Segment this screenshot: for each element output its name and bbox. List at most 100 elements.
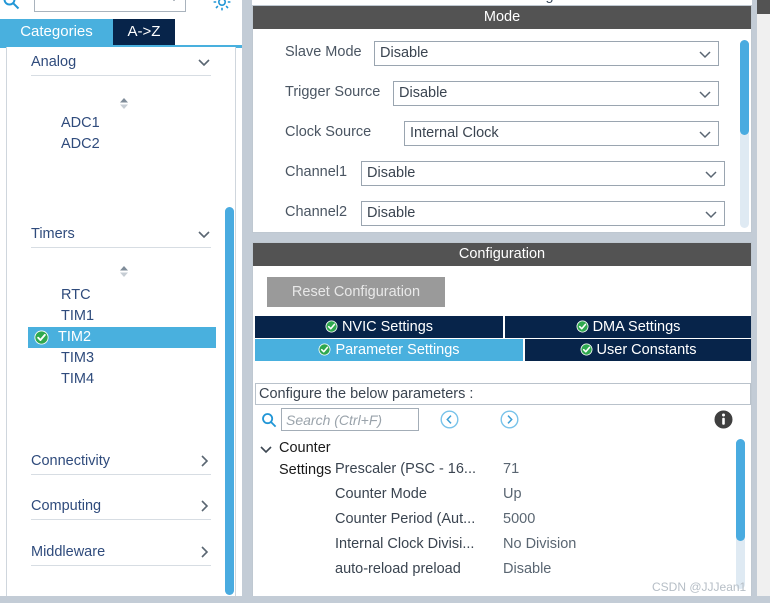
channel2-value: Disable <box>367 205 416 221</box>
parameter-list: Counter Settings Prescaler (PSC - 16... … <box>255 435 751 595</box>
tree-item-adc2[interactable]: ADC2 <box>31 134 211 155</box>
category-header-computing[interactable]: Computing <box>31 497 211 520</box>
slave-mode-select[interactable]: Disable <box>374 41 719 66</box>
parameter-search-input[interactable] <box>281 408 419 431</box>
gear-icon[interactable] <box>212 0 232 12</box>
tree-item-label: RTC <box>61 287 91 303</box>
watermark: CSDN @JJJean1 <box>652 580 747 594</box>
slave-mode-value: Disable <box>380 45 429 61</box>
configuration-section-header: Configuration <box>253 243 751 266</box>
tree-item-label: ADC2 <box>61 136 100 152</box>
configuration-section: Configuration Reset Configuration NVIC S… <box>252 242 752 598</box>
chevron-down-icon <box>698 127 712 141</box>
mode-section: Mode Slave Mode Disable Trigger Source D… <box>252 5 752 233</box>
tree-item-tim1[interactable]: TIM1 <box>31 306 211 327</box>
parameter-name: Counter Mode <box>335 486 427 502</box>
component-tree-panel: Categories A->Z Analog ADC1 ADC2 Timers … <box>0 0 242 603</box>
channel1-value: Disable <box>367 165 416 181</box>
tree-item-label: TIM3 <box>61 350 95 366</box>
parameter-name: Prescaler (PSC - 16... <box>335 461 477 477</box>
category-label: Middleware <box>31 544 106 560</box>
chevron-down-icon <box>698 47 712 61</box>
parameter-value: 71 <box>503 461 520 477</box>
chevron-down-icon <box>704 207 718 221</box>
trigger-source-value: Disable <box>399 85 448 101</box>
parameter-scrollbar-track[interactable] <box>736 439 745 589</box>
tree-item-label: ADC1 <box>61 115 100 131</box>
parameter-name: Counter Period (Aut... <box>335 511 476 527</box>
scroll-up-button[interactable] <box>757 0 770 14</box>
tree-search-toolbar <box>0 0 242 20</box>
tab-dma-settings[interactable]: DMA Settings <box>505 316 751 338</box>
tab-parameter-settings[interactable]: Parameter Settings <box>255 339 523 361</box>
mode-label: Channel1 <box>285 164 348 180</box>
tree-item-tim3[interactable]: TIM3 <box>31 348 211 369</box>
tree-scrollbar-track[interactable] <box>225 207 234 595</box>
mode-row-channel1: Channel1 Disable <box>285 161 745 187</box>
chevron-down-icon <box>197 227 211 241</box>
chevron-right-circle-icon[interactable] <box>500 410 519 429</box>
mode-label: Trigger Source <box>285 84 381 100</box>
tab-a-to-z[interactable]: A->Z <box>113 19 175 45</box>
mode-label: Channel2 <box>285 204 348 220</box>
chevron-down-icon <box>698 87 712 101</box>
table-row[interactable]: Counter Period (Aut... 5000 <box>255 511 735 536</box>
tree-item-label: TIM1 <box>61 308 95 324</box>
check-circle-icon <box>576 318 589 333</box>
search-icon <box>261 412 277 428</box>
chevron-right-icon <box>197 545 211 559</box>
table-row[interactable]: Internal Clock Divisi... No Division <box>255 536 735 561</box>
window-bottom-strip <box>0 596 770 603</box>
channel1-select[interactable]: Disable <box>361 161 725 186</box>
tree-item-tim2[interactable]: TIM2 <box>28 327 216 348</box>
tree-scrollbar-thumb[interactable] <box>225 207 234 595</box>
check-circle-icon <box>34 330 49 345</box>
tab-user-constants[interactable]: User Constants <box>525 339 751 361</box>
mode-section-header: Mode <box>253 6 751 29</box>
tree-item-tim4[interactable]: TIM4 <box>31 369 211 390</box>
category-label: Timers <box>31 226 75 242</box>
tab-categories[interactable]: Categories <box>0 19 113 45</box>
scroll-up-glyph[interactable] <box>117 97 131 111</box>
scroll-up-glyph-timers[interactable] <box>117 265 131 279</box>
tree-item-rtc[interactable]: RTC <box>31 285 211 306</box>
category-header-middleware[interactable]: Middleware <box>31 543 211 566</box>
chevron-right-icon <box>197 454 211 468</box>
check-circle-icon <box>325 318 338 333</box>
parameter-scrollbar-thumb[interactable] <box>736 439 745 541</box>
configure-note: Configure the below parameters : <box>255 383 751 405</box>
parameter-toolbar <box>255 407 751 435</box>
category-header-timers[interactable]: Timers <box>31 225 211 248</box>
reset-configuration-button[interactable]: Reset Configuration <box>267 277 445 307</box>
check-circle-icon <box>580 341 593 356</box>
check-circle-icon <box>318 341 331 356</box>
window-scrollbar-track[interactable] <box>757 0 770 596</box>
trigger-source-select[interactable]: Disable <box>393 81 719 106</box>
category-tree: Analog ADC1 ADC2 Timers RTC TIM1 TIM2 TI… <box>6 47 236 597</box>
chevron-right-icon <box>197 499 211 513</box>
chevron-left-circle-icon[interactable] <box>440 410 459 429</box>
category-label: Computing <box>31 498 102 514</box>
clock-source-select[interactable]: Internal Clock <box>404 121 719 146</box>
tab-nvic-settings[interactable]: NVIC Settings <box>255 316 503 338</box>
info-icon[interactable] <box>714 410 733 429</box>
tree-search-combobox[interactable] <box>34 0 186 12</box>
mode-scrollbar-track[interactable] <box>740 40 749 228</box>
tab-label: NVIC Settings <box>341 319 434 335</box>
chevron-down-icon <box>169 0 179 1</box>
mode-label: Slave Mode <box>285 44 362 60</box>
category-header-connectivity[interactable]: Connectivity <box>31 452 211 475</box>
channel2-select[interactable]: Disable <box>361 201 725 226</box>
category-label: Analog <box>31 54 77 70</box>
table-row[interactable]: Prescaler (PSC - 16... 71 <box>255 461 735 486</box>
table-row[interactable]: Counter Mode Up <box>255 486 735 511</box>
tree-tabs: Categories A->Z <box>0 19 242 48</box>
parameter-value: 5000 <box>503 511 536 527</box>
mode-row-channel2: Channel2 Disable <box>285 201 745 227</box>
app-window: Categories A->Z Analog ADC1 ADC2 Timers … <box>0 0 770 603</box>
mode-scrollbar-thumb[interactable] <box>740 40 749 135</box>
tree-item-adc1[interactable]: ADC1 <box>31 113 211 134</box>
parameter-name: Internal Clock Divisi... <box>335 536 475 552</box>
category-header-analog[interactable]: Analog <box>31 53 211 76</box>
config-tabs-row-2: Parameter Settings User Constants <box>255 339 751 361</box>
